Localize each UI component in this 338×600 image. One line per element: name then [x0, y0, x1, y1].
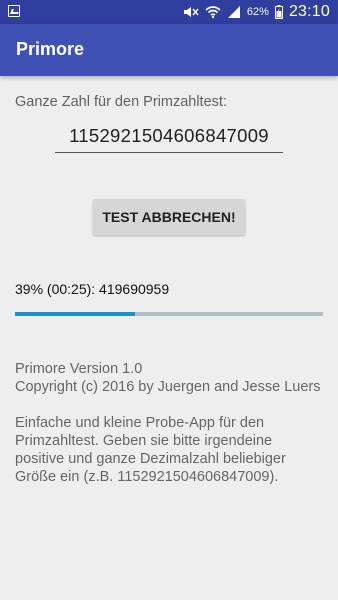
cancel-test-button[interactable]: TEST ABBRECHEN! — [93, 199, 245, 235]
wifi-icon — [205, 5, 221, 19]
description-text: Einfache und kleine Probe-App für den Pr… — [15, 415, 286, 485]
progress-status-text: 39% (00:25): 419690959 — [15, 281, 170, 297]
mute-icon — [183, 5, 199, 19]
app-bar: Primore — [0, 24, 338, 76]
clock: 23:10 — [288, 3, 330, 20]
progress-bar-fill — [15, 312, 136, 316]
progress-bar — [15, 312, 323, 316]
status-bar: 62% 23:10 — [0, 0, 338, 24]
info-section: Primore Version 1.0 Copyright (c) 2016 b… — [15, 360, 325, 486]
signal-icon — [227, 5, 241, 19]
battery-icon — [274, 5, 283, 19]
version-text: Primore Version 1.0 — [15, 361, 143, 377]
number-input[interactable]: 1152921504606847009 — [55, 122, 283, 153]
copyright-text: Copyright (c) 2016 by Juergen and Jesse … — [15, 379, 321, 395]
image-icon — [8, 5, 20, 17]
number-label: Ganze Zahl für den Primzahltest: — [15, 94, 227, 110]
app-title: Primore — [16, 39, 85, 59]
battery-percent: 62% — [246, 6, 269, 18]
status-icons: 62% 23:10 — [183, 0, 330, 24]
